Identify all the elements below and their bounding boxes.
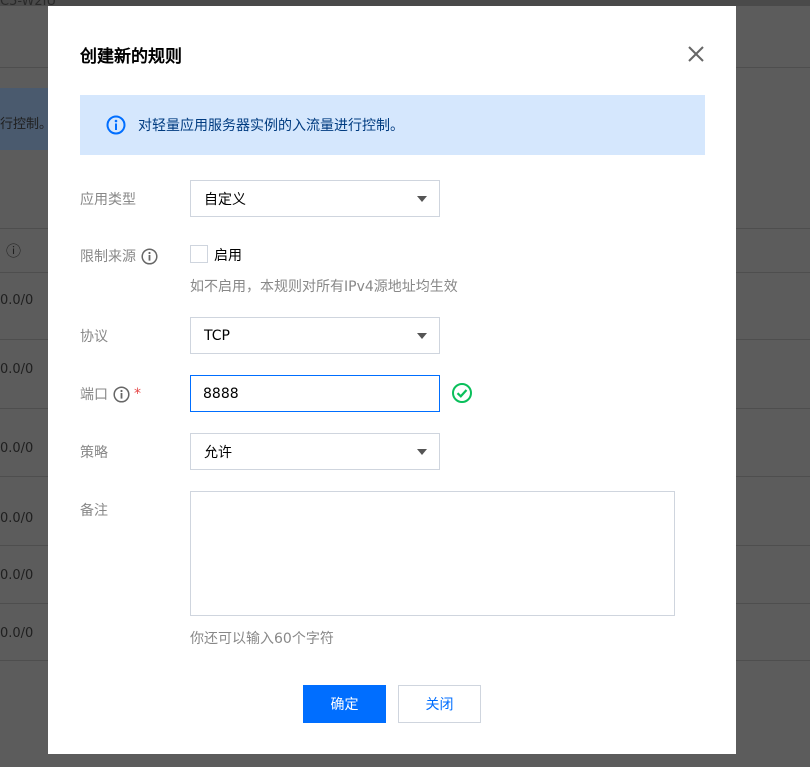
check-circle-icon [452,383,472,403]
app-type-value: 自定义 [204,191,246,208]
table-row: 0.0/0 [0,441,34,456]
table-row: 0.0/0 [0,568,34,583]
port-label-text: 端口 [80,387,108,403]
remark-hint: 你还可以输入60个字符 [190,631,334,647]
close-icon [688,46,704,62]
limit-source-checkbox[interactable] [190,245,208,263]
limit-source-label: 限制来源 [80,246,158,266]
table-row: 0.0/0 [0,511,34,526]
background-info-icon: ⓘ [6,242,22,260]
protocol-value: TCP [204,327,230,344]
limit-source-label-text: 限制来源 [80,249,136,265]
info-icon[interactable] [141,247,158,265]
chevron-down-icon [417,196,427,202]
chevron-down-icon [417,449,427,455]
create-rule-dialog: 创建新的规则 对轻量应用服务器实例的入流量进行控制。 应用类型 自定义 限制来源… [48,6,736,754]
app-type-select[interactable]: 自定义 [190,180,440,217]
info-banner-text: 对轻量应用服务器实例的入流量进行控制。 [138,118,404,134]
limit-source-hint: 如不启用，本规则对所有IPv4源地址均生效 [190,279,458,295]
protocol-select[interactable]: TCP [190,317,440,354]
app-type-label-text: 应用类型 [80,192,136,208]
policy-label: 策略 [80,442,108,462]
info-banner: 对轻量应用服务器实例的入流量进行控制。 [80,95,705,155]
close-button[interactable]: 关闭 [398,685,481,723]
limit-source-checkbox-label[interactable]: 启用 [214,245,242,265]
close-dialog-button[interactable] [684,42,708,66]
policy-value: 允许 [204,444,232,461]
port-input[interactable] [190,375,440,412]
dialog-title: 创建新的规则 [80,47,182,67]
protocol-label-text: 协议 [80,329,108,345]
background-control-fragment: 行控制。 [0,117,53,132]
app-type-label: 应用类型 [80,189,136,209]
info-icon [106,115,126,135]
required-mark: * [134,386,141,402]
policy-select[interactable]: 允许 [190,433,440,470]
policy-label-text: 策略 [80,445,108,461]
remark-label: 备注 [80,500,108,520]
remark-textarea[interactable] [190,491,675,616]
table-row: 0.0/0 [0,626,34,641]
port-label: 端口 * [80,384,141,404]
chevron-down-icon [417,333,427,339]
info-icon[interactable] [113,385,130,403]
protocol-label: 协议 [80,326,108,346]
table-row: 0.0/0 [0,293,34,308]
table-row: 0.0/0 [0,362,34,377]
remark-label-text: 备注 [80,503,108,519]
confirm-button[interactable]: 确定 [303,685,386,723]
